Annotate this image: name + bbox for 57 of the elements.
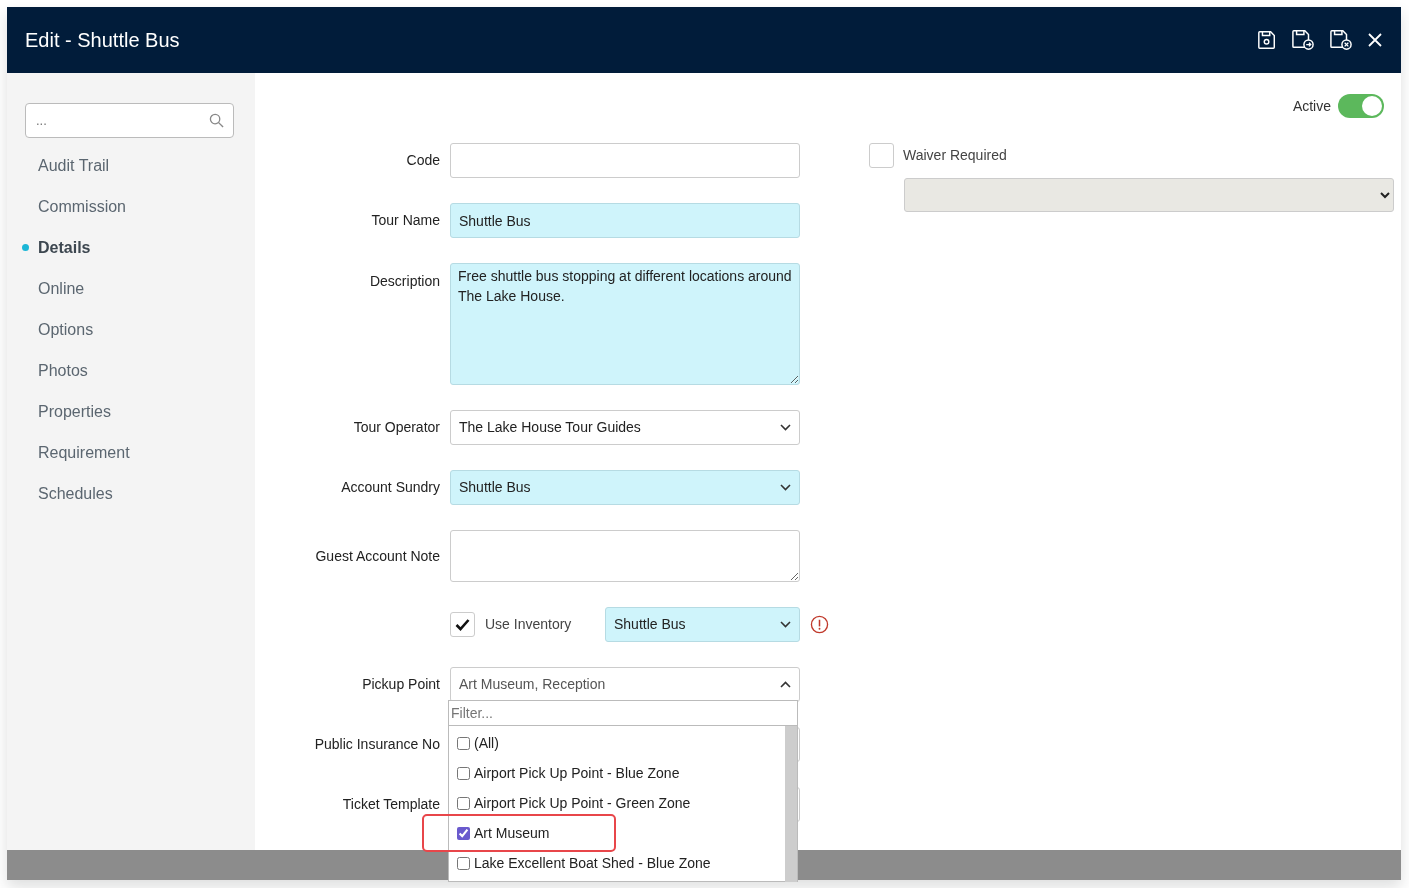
chevron-icon (780, 484, 791, 491)
field-label: Ticket Template (342, 796, 440, 812)
dropdown-option[interactable]: (All) (449, 728, 785, 758)
selected-dot (22, 244, 29, 251)
save-cancel-button[interactable] (1329, 29, 1353, 51)
text-area[interactable]: Free shuttle bus stopping at different locations around The Lake House. (450, 263, 800, 385)
sidebar-item[interactable]: Requirement (25, 432, 255, 473)
save-forward-button[interactable] (1291, 29, 1315, 51)
sidebar-item[interactable]: Photos (25, 350, 255, 391)
field-label: Code (406, 152, 440, 168)
sidebar-item[interactable]: Commission (25, 186, 255, 227)
field-label: Tour Operator (353, 419, 440, 435)
dropdown-option[interactable]: Airport Pick Up Point - Green Zone (449, 788, 785, 818)
active-label: Active (1292, 96, 1331, 116)
dropdown-field[interactable]: Shuttle Bus (605, 607, 800, 642)
field-label: Account Sundry (341, 479, 440, 495)
dropdown-option[interactable]: Art Museum (449, 818, 785, 848)
option-checkbox[interactable] (457, 766, 470, 780)
field-label: Tour Name (371, 212, 440, 228)
scrollbar[interactable] (785, 726, 797, 882)
dropdown-field[interactable] (904, 178, 1394, 212)
option-checkbox[interactable] (457, 856, 470, 870)
save-button[interactable] (1257, 30, 1277, 50)
option-checkbox[interactable] (457, 826, 470, 840)
sidebar-item[interactable]: Audit Trail (25, 145, 255, 186)
waiver-checkbox[interactable] (869, 143, 894, 168)
sidebar-item[interactable]: Schedules (25, 473, 255, 514)
dropdown-option[interactable]: Lake Excellent Boat Shed - Blue Zone (449, 848, 785, 878)
chevron-icon (780, 424, 791, 431)
check-icon (455, 618, 470, 631)
input-field[interactable]: Shuttle Bus (450, 203, 800, 238)
warning-icon (810, 615, 829, 634)
input-field[interactable] (450, 143, 800, 178)
dropdown-field[interactable]: The Lake House Tour Guides (450, 410, 800, 445)
active-toggle[interactable] (1338, 94, 1384, 118)
window-title: Edit - Shuttle Bus (25, 28, 180, 53)
field-label: Description (369, 273, 440, 289)
field-label: Use Inventory (485, 615, 572, 634)
sidebar-item[interactable]: Properties (25, 391, 255, 432)
inventory-checkbox[interactable] (450, 612, 475, 637)
sidebar-item[interactable]: Online (25, 268, 255, 309)
close-button[interactable] (1367, 32, 1383, 48)
option-checkbox[interactable] (457, 736, 470, 750)
search-field[interactable]: ... (25, 103, 234, 138)
dropdown-field[interactable]: Art Museum, Reception (450, 667, 800, 702)
sidebar-item[interactable]: Details (25, 227, 255, 268)
waiver-label: Waiver Required (903, 146, 1007, 165)
field-label: Pickup Point (362, 676, 440, 692)
chevron-icon (780, 681, 791, 688)
option-checkbox[interactable] (457, 796, 470, 810)
dropdown-option[interactable]: Airport Pick Up Point - Blue Zone (449, 758, 785, 788)
sidebar-item[interactable]: Options (25, 309, 255, 350)
search-icon (209, 113, 224, 128)
field-label: Public Insurance No (314, 736, 440, 752)
dropdown-field[interactable]: Shuttle Bus (450, 470, 800, 505)
field-label: Guest Account Note (315, 547, 440, 564)
chevron-icon (780, 621, 791, 628)
